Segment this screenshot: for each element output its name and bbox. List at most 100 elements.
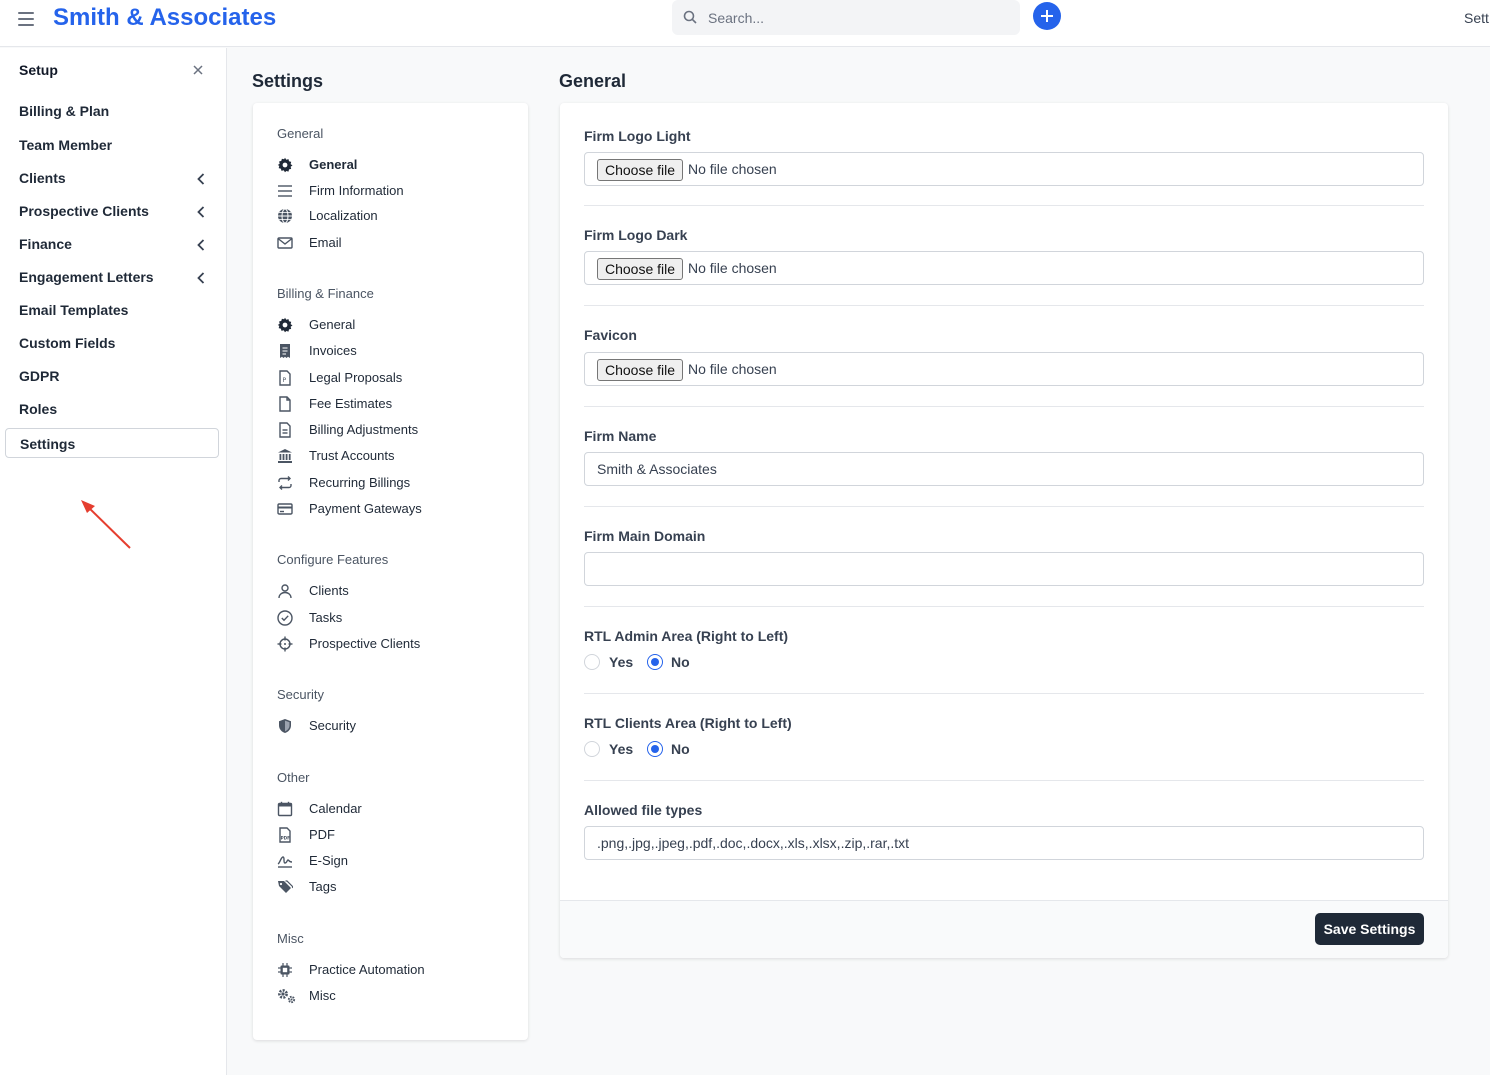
sidebar-item-prospective-clients[interactable]: Prospective Clients xyxy=(5,196,219,226)
settings-menu-item-practice-automation[interactable]: Practice Automation xyxy=(277,959,507,981)
settings-group-title: Configure Features xyxy=(277,552,389,567)
top-bar: Smith & Associates Sett xyxy=(0,0,1490,47)
settings-menu-item-prospective-clients[interactable]: Prospective Clients xyxy=(277,633,507,655)
firm-logo-dark-choose-file-button[interactable]: Choose file xyxy=(597,258,684,280)
bank-icon xyxy=(278,449,292,463)
general-settings-form: Firm Logo Light Choose file No file chos… xyxy=(560,103,1448,958)
firm-logo-dark-label: Firm Logo Dark xyxy=(584,227,688,243)
settings-menu-item-clients[interactable]: Clients xyxy=(277,580,507,602)
settings-menu-item-label: Legal Proposals xyxy=(309,370,403,385)
sidebar-item-label: Billing & Plan xyxy=(19,103,110,119)
sidebar-item-billing-plan[interactable]: Billing & Plan xyxy=(5,96,219,126)
settings-menu-item-general[interactable]: General xyxy=(277,314,507,336)
globe-icon xyxy=(278,208,292,224)
settings-menu-item-fee-estimates[interactable]: Fee Estimates xyxy=(277,393,507,415)
settings-menu-item-pdf[interactable]: PDF PDF xyxy=(277,824,507,846)
settings-menu-item-label: Calendar xyxy=(309,801,362,816)
firm-main-domain-input[interactable] xyxy=(584,552,1424,586)
settings-menu-item-recurring-billings[interactable]: Recurring Billings xyxy=(277,472,507,494)
settings-menu-item-label: Email xyxy=(309,235,342,250)
rtl-admin-no-label[interactable]: No xyxy=(671,654,690,670)
rtl-clients-yes-radio[interactable] xyxy=(584,741,600,757)
settings-menu-item-invoices[interactable]: Invoices xyxy=(277,340,507,362)
settings-menu-item-label: Tags xyxy=(309,879,337,894)
settings-menu-item-label: Fee Estimates xyxy=(309,396,393,411)
top-right-link[interactable]: Sett xyxy=(1464,10,1489,26)
sidebar-item-gdpr[interactable]: GDPR xyxy=(5,361,219,391)
sidebar-item-label: GDPR xyxy=(19,368,60,384)
search-input[interactable] xyxy=(708,0,1008,35)
settings-menu-item-email[interactable]: Email xyxy=(277,232,507,254)
settings-menu-item-e-sign[interactable]: E-Sign xyxy=(277,850,507,872)
settings-menu-item-firm-information[interactable]: Firm Information xyxy=(277,180,507,202)
settings-menu-item-trust-accounts[interactable]: Trust Accounts xyxy=(277,445,507,467)
chevron-left-icon xyxy=(197,272,205,284)
rtl-clients-yes-label[interactable]: Yes xyxy=(609,741,633,757)
file-icon xyxy=(279,396,291,412)
chevron-left-icon xyxy=(197,173,205,185)
firm-logo-light-file-input[interactable]: Choose file No file chosen xyxy=(584,152,1424,186)
firm-logo-light-label: Firm Logo Light xyxy=(584,128,691,144)
settings-group-title: Billing & Finance xyxy=(277,286,374,301)
rtl-clients-no-radio[interactable] xyxy=(647,741,663,757)
search-box[interactable] xyxy=(672,0,1020,35)
add-new-button[interactable] xyxy=(1033,2,1061,30)
sidebar-item-label: Team Member xyxy=(19,137,113,153)
sidebar-item-settings[interactable]: Settings xyxy=(5,428,219,458)
settings-menu-item-localization[interactable]: Localization xyxy=(277,205,507,227)
rtl-clients-no-label[interactable]: No xyxy=(671,741,690,757)
settings-menu-item-misc[interactable]: Misc xyxy=(277,985,507,1007)
sidebar-item-email-templates[interactable]: Email Templates xyxy=(5,295,219,325)
settings-menu-item-security[interactable]: Security xyxy=(277,715,507,737)
favicon-choose-file-button[interactable]: Choose file xyxy=(597,359,684,381)
rtl-admin-no-radio[interactable] xyxy=(647,654,663,670)
close-icon[interactable] xyxy=(192,64,204,76)
sidebar-item-label: Engagement Letters xyxy=(19,269,154,285)
divider xyxy=(584,606,1424,607)
hamburger-menu-icon[interactable] xyxy=(18,12,34,26)
signature-icon xyxy=(277,856,293,868)
sidebar-heading: Setup xyxy=(19,62,58,78)
sidebar-item-engagement-letters[interactable]: Engagement Letters xyxy=(5,262,219,292)
settings-menu-item-label: Misc xyxy=(309,988,336,1003)
favicon-file-input[interactable]: Choose file No file chosen xyxy=(584,352,1424,386)
settings-menu-item-label: Payment Gateways xyxy=(309,501,422,516)
file-status: No file chosen xyxy=(688,361,777,377)
sidebar-item-label: Roles xyxy=(19,401,58,417)
allowed-file-types-input[interactable] xyxy=(584,826,1424,860)
sidebar-item-clients[interactable]: Clients xyxy=(5,163,219,193)
rtl-clients-label: RTL Clients Area (Right to Left) xyxy=(584,715,792,731)
rtl-admin-yes-label[interactable]: Yes xyxy=(609,654,633,670)
sidebar-item-team-member[interactable]: Team Member xyxy=(5,130,219,160)
settings-menu-item-calendar[interactable]: Calendar xyxy=(277,798,507,820)
settings-menu-item-payment-gateways[interactable]: Payment Gateways xyxy=(277,498,507,520)
firm-name-input[interactable] xyxy=(584,452,1424,486)
rtl-admin-yes-radio[interactable] xyxy=(584,654,600,670)
lines-icon xyxy=(278,185,292,197)
settings-menu-item-tags[interactable]: Tags xyxy=(277,876,507,898)
invoice-icon xyxy=(280,344,290,358)
user-icon xyxy=(278,584,292,599)
settings-menu-item-legal-proposals[interactable]: P Legal Proposals xyxy=(277,367,507,389)
brand-title[interactable]: Smith & Associates xyxy=(53,4,276,32)
sidebar-item-roles[interactable]: Roles xyxy=(5,394,219,424)
firm-logo-light-choose-file-button[interactable]: Choose file xyxy=(597,159,684,181)
settings-menu-item-label: General xyxy=(309,157,358,172)
settings-menu-item-tasks[interactable]: Tasks xyxy=(277,607,507,629)
file-status: No file chosen xyxy=(688,161,777,177)
gear-icon xyxy=(277,317,293,333)
settings-menu-item-label: Trust Accounts xyxy=(309,448,395,463)
sidebar-item-custom-fields[interactable]: Custom Fields xyxy=(5,328,219,358)
setup-sidebar: Setup Billing & Plan Team Member Clients Pr… xyxy=(0,48,227,1075)
firm-logo-dark-file-input[interactable]: Choose file No file chosen xyxy=(584,251,1424,285)
cogs-icon xyxy=(278,989,296,1004)
settings-menu: General General Firm Information Localizati… xyxy=(253,103,528,1040)
save-settings-button[interactable]: Save Settings xyxy=(1315,913,1424,945)
search-icon xyxy=(683,10,697,24)
sidebar-item-finance[interactable]: Finance xyxy=(5,229,219,259)
annotation-arrow-icon xyxy=(81,500,131,549)
settings-menu-item-label: Clients xyxy=(309,583,349,598)
settings-menu-item-general[interactable]: General xyxy=(277,154,507,176)
shield-icon xyxy=(279,719,291,733)
settings-menu-item-billing-adjustments[interactable]: Billing Adjustments xyxy=(277,419,507,441)
